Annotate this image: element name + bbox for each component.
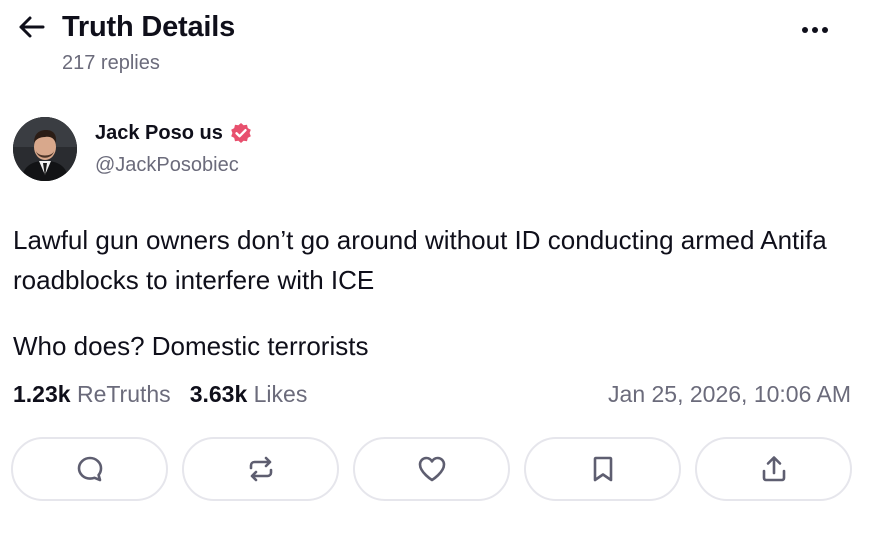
post-paragraph: Who does? Domestic terrorists bbox=[13, 331, 369, 361]
more-horizontal-icon bbox=[802, 27, 808, 33]
post-paragraph: Lawful gun owners don’t go around withou… bbox=[13, 225, 827, 295]
avatar[interactable] bbox=[13, 117, 77, 181]
page-header: Truth Details 217 replies bbox=[0, 0, 884, 90]
likes-stat[interactable]: 3.63k Likes bbox=[190, 381, 308, 408]
post-body: Lawful gun owners don’t go around withou… bbox=[13, 220, 873, 392]
author-name[interactable]: Jack Poso us bbox=[95, 121, 253, 145]
retruths-stat[interactable]: 1.23k ReTruths bbox=[13, 381, 171, 408]
arrow-left-icon bbox=[19, 16, 45, 38]
reply-icon bbox=[77, 456, 102, 482]
author-handle[interactable]: @JackPosobiec bbox=[95, 154, 239, 177]
retruths-label: ReTruths bbox=[76, 381, 171, 407]
page-title: Truth Details bbox=[62, 11, 236, 43]
reply-button[interactable] bbox=[11, 437, 168, 501]
retruth-icon bbox=[249, 456, 272, 482]
likes-count: 3.63k bbox=[189, 381, 248, 407]
bookmark-icon bbox=[593, 456, 612, 482]
post-stats: 1.23k ReTruths 3.63k Likes bbox=[13, 381, 307, 408]
replies-count: 217 replies bbox=[62, 52, 160, 74]
likes-label: Likes bbox=[253, 381, 308, 407]
heart-icon bbox=[418, 456, 445, 482]
verified-badge-icon bbox=[231, 123, 251, 143]
share-icon bbox=[762, 456, 785, 482]
retruth-button[interactable] bbox=[182, 437, 339, 501]
post-timestamp: Jan 25, 2026, 10:06 AM bbox=[608, 381, 851, 407]
retruths-count: 1.23k bbox=[13, 381, 71, 407]
share-button[interactable] bbox=[695, 437, 852, 501]
more-options-button[interactable] bbox=[796, 18, 834, 42]
like-button[interactable] bbox=[353, 437, 510, 501]
bookmark-button[interactable] bbox=[524, 437, 681, 501]
back-button[interactable] bbox=[14, 12, 48, 42]
action-bar bbox=[11, 437, 852, 501]
